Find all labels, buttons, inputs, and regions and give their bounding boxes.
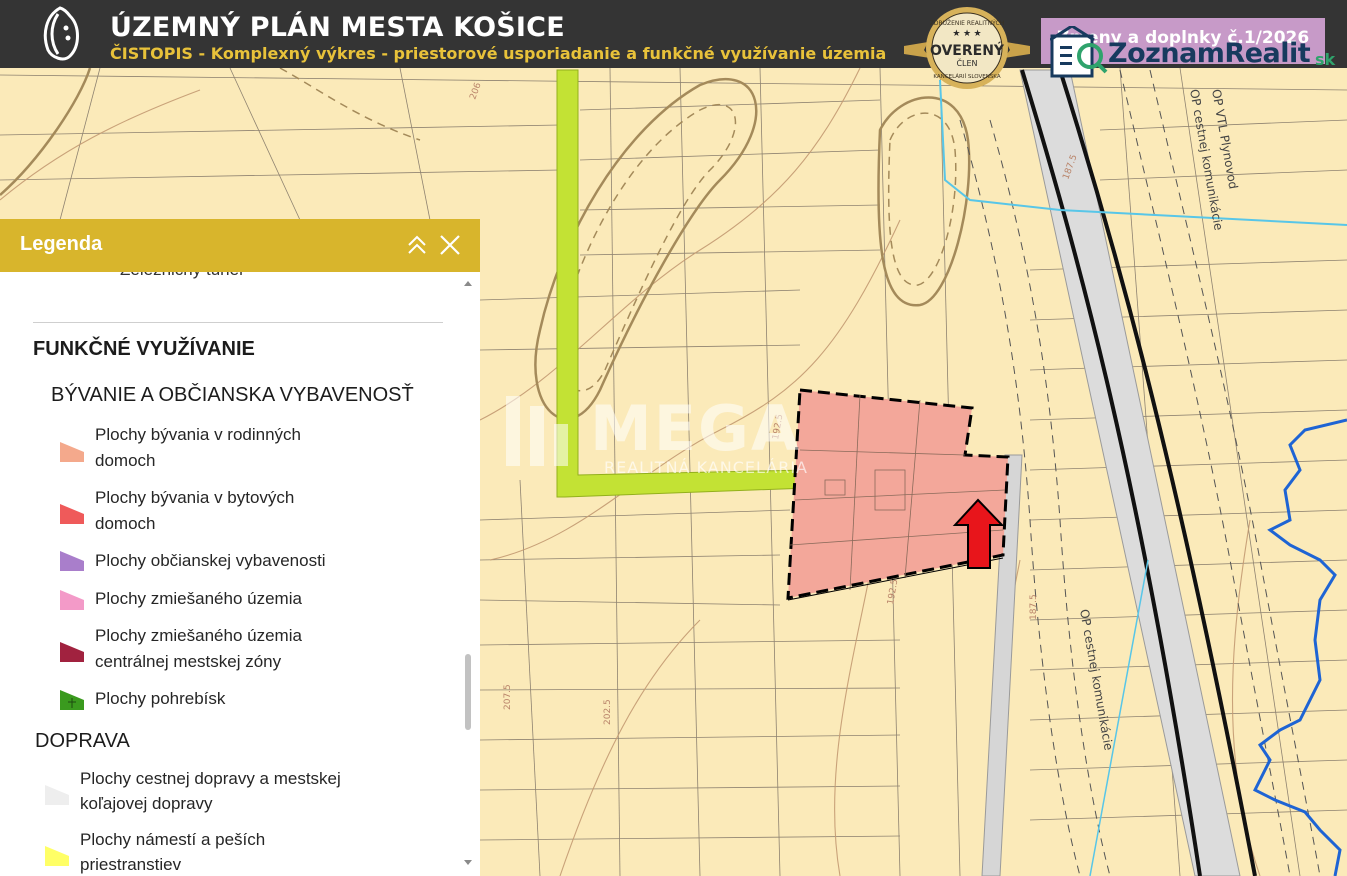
watermark-name: MEGA bbox=[590, 392, 801, 465]
contour-label: 187.5 bbox=[1029, 594, 1039, 620]
svg-text:★ ★ ★: ★ ★ ★ bbox=[952, 28, 981, 38]
overeny-clen-badge: ZDRUŽENIE REALITNÝCH ★ ★ ★ OVERENÝ ČLEN … bbox=[904, 7, 1030, 89]
legend-item-rodinne: Plochy bývania v rodinných domoch bbox=[95, 422, 395, 474]
legend-item-label: koľajovej dopravy bbox=[80, 794, 213, 813]
kosice-logo-icon[interactable] bbox=[40, 6, 82, 62]
zoznam-realit-tld: sk bbox=[1315, 50, 1336, 69]
zoznam-realit-name: ZoznamRealit bbox=[1108, 38, 1311, 69]
legend-item-cestna-doprava: Plochy cestnej dopravy a mestskej koľajov… bbox=[80, 766, 390, 816]
legend-item-label: Plochy zmiešaného územia bbox=[95, 626, 302, 645]
collapse-icon[interactable] bbox=[404, 233, 430, 259]
legend-swatch-namestia bbox=[45, 846, 69, 866]
close-icon[interactable] bbox=[438, 233, 462, 257]
divider bbox=[33, 322, 443, 323]
contour-label: 202.5 bbox=[603, 699, 613, 725]
scroll-down-icon[interactable] bbox=[462, 858, 474, 868]
legend-swatch-cestna-doprava bbox=[45, 785, 69, 805]
legend-swatch-bytove bbox=[60, 504, 84, 524]
legend-header: Legenda bbox=[0, 219, 480, 272]
section-heading-doprava: DOPRAVA bbox=[35, 730, 130, 752]
section-heading-byvanie: BÝVANIE A OBČIANSKA VYBAVENOSŤ bbox=[51, 384, 414, 406]
legend-item-label: domoch bbox=[95, 451, 156, 470]
page-title: ÚZEMNÝ PLÁN MESTA KOŠICE bbox=[110, 12, 565, 43]
badge-bottom-arc: KANCELÁRIÍ SLOVENSKA bbox=[933, 73, 1000, 80]
legend-item-label: Plochy občianskej vybavenosti bbox=[95, 551, 326, 570]
badge-top-arc: ZDRUŽENIE REALITNÝCH bbox=[930, 19, 1004, 27]
legend-item-label: Plochy námestí a peších bbox=[80, 830, 266, 849]
legend-body[interactable]: Zelezničný tunel FUNKČNÉ VYUŽÍVANIE BÝVA… bbox=[0, 272, 480, 876]
legend-item-label: Plochy bývania v rodinných bbox=[95, 425, 302, 444]
badge-main-text: OVERENÝ bbox=[930, 41, 1005, 59]
legend-panel: Legenda Zelezničný tunel FUNKČNÉ VYUŽÍVA… bbox=[0, 219, 480, 876]
legend-swatch-obcianska bbox=[60, 551, 84, 571]
legend-swatch-centralna bbox=[60, 642, 84, 662]
watermark-sub: REALITNÁ KANCELÁRIA bbox=[604, 458, 808, 477]
legend-swatch-rodinne bbox=[60, 442, 84, 462]
section-heading-funkcne: FUNKČNÉ VYUŽÍVANIE bbox=[33, 338, 255, 360]
page-subtitle: ČISTOPIS - Komplexný výkres - priestorov… bbox=[110, 44, 887, 63]
scroll-up-icon[interactable] bbox=[462, 278, 474, 288]
legend-item-pohrebiska: Plochy pohrebísk bbox=[95, 686, 395, 712]
legend-item-zmiesane: Plochy zmiešaného územia bbox=[95, 586, 395, 612]
badge-sub-text: ČLEN bbox=[956, 57, 977, 68]
legend-item-centralna: Plochy zmiešaného územia centrálnej mests… bbox=[95, 623, 395, 675]
legend-item-label: Plochy bývania v bytových bbox=[95, 488, 295, 507]
legend-item-namestia: Plochy námestí a peších priestranstiev bbox=[80, 827, 390, 876]
legend-item-label: priestranstiev bbox=[80, 855, 182, 874]
legend-swatch-zmiesane bbox=[60, 590, 84, 610]
legend-scroll-thumb[interactable] bbox=[465, 654, 471, 730]
contour-label: 207.5 bbox=[503, 684, 513, 710]
legend-item-obcianska: Plochy občianskej vybavenosti bbox=[95, 548, 395, 574]
legend-item-label: Plochy cestnej dopravy a mestskej bbox=[80, 769, 341, 788]
legend-item-label: domoch bbox=[95, 514, 156, 533]
legend-item-label: centrálnej mestskej zóny bbox=[95, 652, 282, 671]
legend-item-label: Plochy pohrebísk bbox=[95, 689, 226, 708]
legend-item-cut: Zelezničný tunel bbox=[120, 272, 243, 280]
legend-title: Legenda bbox=[20, 233, 103, 255]
legend-item-bytove: Plochy bývania v bytových domoch bbox=[95, 485, 395, 537]
legend-swatch-pohrebiska bbox=[60, 690, 84, 710]
legend-item-label: Plochy zmiešaného územia bbox=[95, 589, 302, 608]
legend-scrollbar[interactable] bbox=[462, 272, 474, 876]
